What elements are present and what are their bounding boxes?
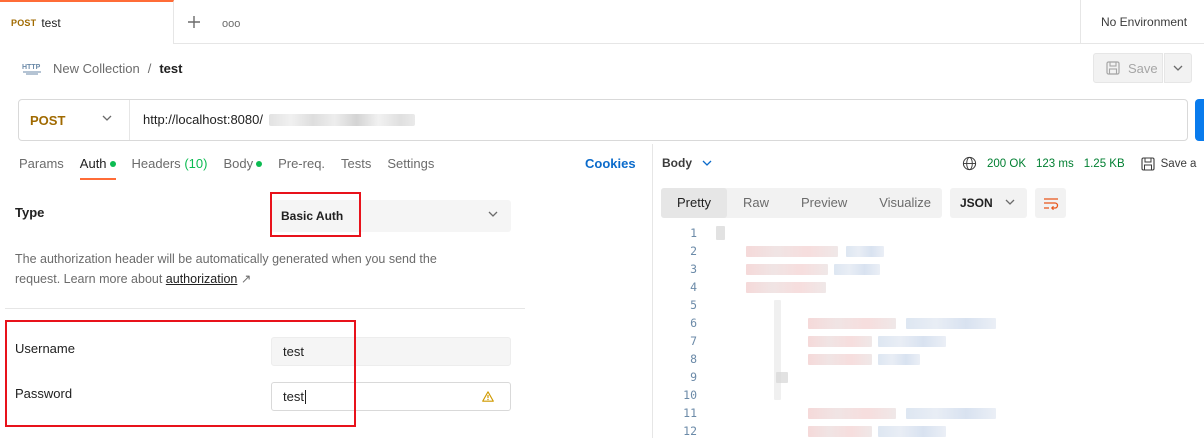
save-icon [1106,61,1120,75]
wrap-lines-icon [1043,197,1058,210]
breadcrumb: HTTP New Collection / test [22,58,182,78]
breadcrumb-separator: / [147,60,152,76]
breadcrumb-collection[interactable]: New Collection [53,61,140,76]
save-button[interactable]: Save [1093,53,1163,83]
cookies-link[interactable]: Cookies [585,155,636,172]
redacted-json-key [808,318,896,329]
redacted-json-value [834,264,880,275]
username-field[interactable]: test [271,337,511,366]
view-tab-visualize[interactable]: Visualize [863,188,947,218]
auth-type-dropdown[interactable]: Basic Auth [271,200,511,232]
headers-count: (10) [184,156,208,171]
redacted-json-key [808,336,872,347]
redacted-json-value [906,408,996,419]
redacted-json-key [746,282,826,293]
view-tab-preview[interactable]: Preview [785,188,863,218]
method-value: POST [30,112,66,128]
request-tabs: Params Auth Headers (10) Body Pre-req. T… [19,155,450,181]
redacted-json-value [846,246,884,257]
password-field[interactable]: test [271,382,511,411]
auth-type-value: Basic Auth [281,209,344,223]
line-numbers: 1 2 3 4 5 6 7 8 9 10 11 12 [683,226,697,438]
send-button[interactable] [1195,99,1204,141]
auth-type-label: Type [15,205,45,220]
url-bar: POST http://localhost:8080/ [18,99,1188,141]
save-label: Save [1128,60,1158,76]
redacted-json-value [878,426,946,437]
request-tab-test[interactable]: POST test [0,0,174,44]
view-tab-raw[interactable]: Raw [727,188,785,218]
redacted-json-token [776,372,788,383]
text-cursor [304,389,306,404]
redacted-json-key [808,408,896,419]
body-active-dot [256,161,263,167]
chevron-down-icon [702,160,712,166]
tab-params[interactable]: Params [19,155,64,180]
tab-settings[interactable]: Settings [387,155,434,180]
response-body-selector[interactable]: Body [662,156,712,170]
chevron-down-icon [488,211,498,217]
response-code-view[interactable]: 1 2 3 4 5 6 7 8 9 10 11 12 [662,226,1204,438]
tab-auth[interactable]: Auth [79,155,116,180]
breadcrumb-request-name[interactable]: test [159,61,182,76]
redacted-json-value [878,354,920,365]
more-tabs-icon[interactable]: ooo [222,18,240,30]
redacted-json-value [906,318,996,329]
redacted-json-key [746,264,828,275]
auth-description: The authorization header will be automat… [15,252,437,286]
response-view-tabs: Pretty Raw Preview Visualize [661,188,942,218]
method-dropdown[interactable]: POST [19,100,130,140]
username-label: Username [15,341,75,356]
redacted-json-key [808,426,872,437]
tab-tests[interactable]: Tests [341,155,371,180]
tab-method-badge: POST [11,18,37,28]
redacted-json-key [746,246,838,257]
http-icon: HTTP [22,64,41,75]
auth-active-dot [109,161,116,167]
format-dropdown[interactable]: JSON [950,188,1027,218]
tab-pre-request[interactable]: Pre-req. [278,155,325,180]
chevron-down-icon [1005,199,1015,205]
redacted-json-token [774,300,781,400]
response-size[interactable]: 1.25 KB [1084,158,1125,170]
format-value: JSON [960,196,993,210]
redacted-json-key [808,354,872,365]
url-input[interactable]: http://localhost:8080/ [143,112,263,127]
tab-bar: POST test ooo No Environment [0,0,1204,44]
chevron-down-icon [1173,65,1183,71]
response-body-label: Body [662,156,692,170]
tab-headers[interactable]: Headers (10) [132,155,208,180]
tab-title: test [41,16,61,30]
svg-text:HTTP: HTTP [22,64,41,71]
redacted-json-value [878,336,946,347]
chevron-down-icon [102,115,112,121]
password-label: Password [15,386,73,401]
redacted-url-path [269,114,415,126]
warning-icon[interactable] [482,391,494,402]
response-status[interactable]: 200 OK [987,158,1026,170]
response-meta: 200 OK 123 ms 1.25 KB Save a [962,156,1196,171]
save-response-button[interactable]: Save a [1141,156,1196,171]
redacted-json-token [716,226,725,240]
response-time[interactable]: 123 ms [1036,158,1074,170]
globe-icon[interactable] [962,156,977,171]
wrap-lines-button[interactable] [1035,188,1066,218]
view-tab-pretty[interactable]: Pretty [661,188,727,218]
plus-icon[interactable] [185,13,203,31]
tab-body[interactable]: Body [223,155,263,180]
divider [5,308,525,309]
pane-divider[interactable] [652,144,653,438]
authorization-link[interactable]: authorization [166,272,238,286]
environment-selector[interactable]: No Environment [1080,0,1204,44]
external-link-icon: ↗ [240,272,252,286]
environment-label: No Environment [1101,15,1188,29]
save-icon [1141,156,1155,171]
save-options-button[interactable] [1164,53,1192,83]
